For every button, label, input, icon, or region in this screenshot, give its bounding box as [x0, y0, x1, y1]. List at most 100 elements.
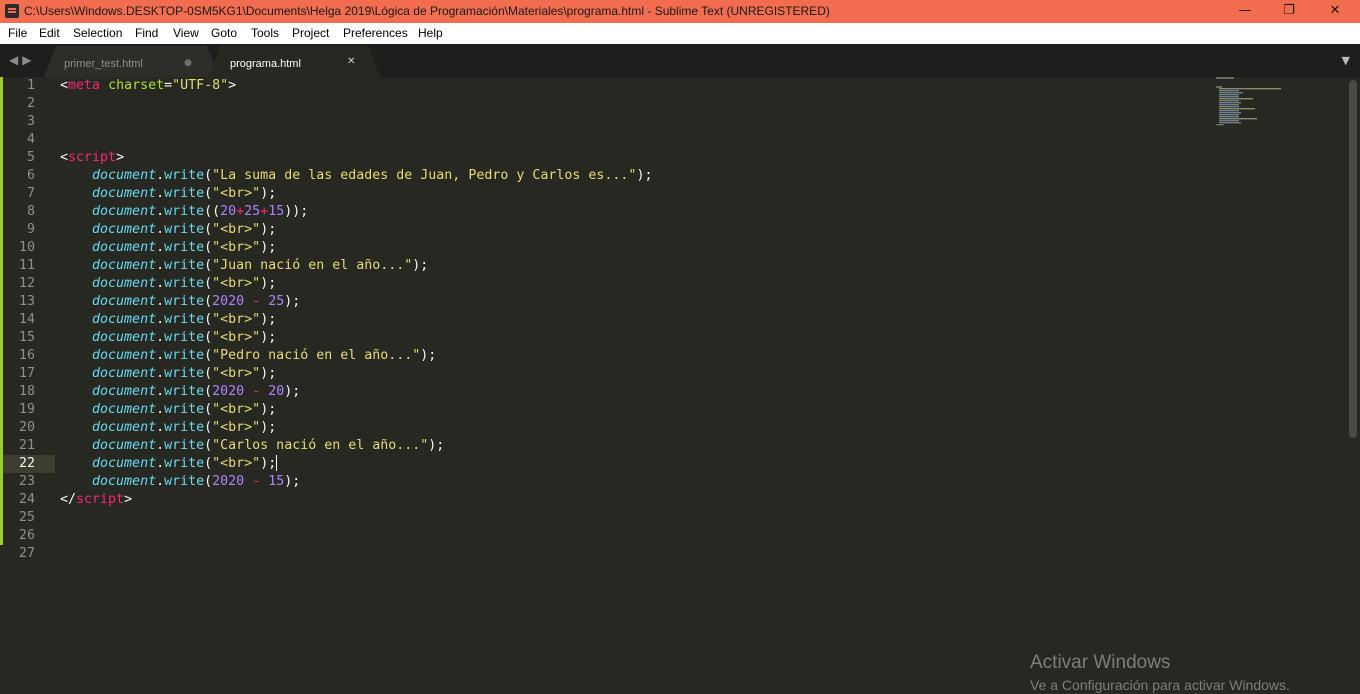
- menu-view[interactable]: View: [173, 26, 199, 40]
- code-token: (: [204, 276, 213, 291]
- text-cursor: [276, 455, 278, 471]
- code-text: document.write("<br>");: [60, 365, 276, 383]
- code-text: document.write(2020 - 25);: [60, 293, 300, 311]
- code-token: write: [164, 240, 205, 255]
- windows-activation-watermark: Activar Windows Ve a Configuración para …: [1030, 652, 1290, 693]
- code-token: document: [92, 276, 157, 291]
- tab-back-icon[interactable]: ◀: [9, 53, 22, 67]
- line-number: 2: [26, 96, 35, 111]
- code-token: .: [156, 330, 165, 345]
- code-token: <: [60, 78, 69, 93]
- code-token: write: [164, 312, 205, 327]
- code-token: 20: [220, 204, 237, 219]
- code-token: document: [92, 168, 157, 183]
- line-number: 21: [18, 438, 35, 453]
- minimap[interactable]: [1212, 77, 1292, 137]
- code-token: "Juan nació en el año...": [212, 258, 413, 273]
- code-token: (: [204, 474, 213, 489]
- menu-find[interactable]: Find: [135, 26, 158, 40]
- code-token: ((: [204, 204, 221, 219]
- code-token: 15: [268, 204, 285, 219]
- code-token: document: [92, 204, 157, 219]
- code-token: );: [260, 276, 277, 291]
- code-token: charset: [108, 78, 165, 93]
- tab-programa[interactable]: programa.html ✕: [208, 46, 380, 77]
- code-token: document: [92, 240, 157, 255]
- menu-edit[interactable]: Edit: [39, 26, 60, 40]
- code-token: (: [204, 186, 213, 201]
- watermark-subtitle: Ve a Configuración para activar Windows.: [1030, 677, 1290, 693]
- code-text: document.write("<br>");: [60, 311, 276, 329]
- line-number: 23: [18, 474, 35, 489]
- code-token: );: [260, 366, 277, 381]
- code-token: );: [260, 222, 277, 237]
- code-text: document.write(2020 - 15);: [60, 473, 300, 491]
- line-number: 17: [18, 366, 35, 381]
- code-token: .: [156, 312, 165, 327]
- code-token: );: [284, 294, 301, 309]
- code-token: document: [92, 366, 157, 381]
- code-token: document: [92, 294, 157, 309]
- code-token: .: [156, 456, 165, 471]
- tab-label: primer_test.html: [64, 58, 143, 70]
- code-token: -: [252, 294, 261, 309]
- tab-dropdown-icon[interactable]: ▼: [1342, 54, 1350, 67]
- code-text: document.write("<br>");: [60, 185, 276, 203]
- code-token: meta: [68, 78, 101, 93]
- minimize-button[interactable]: —: [1222, 0, 1268, 23]
- tab-forward-icon[interactable]: ▶: [22, 53, 35, 67]
- code-token: (: [204, 312, 213, 327]
- tab-bar: ◀▶ primer_test.html ● programa.html ✕ ▼: [0, 44, 1360, 77]
- title-bar: C:\Users\Windows.DESKTOP-0SM5KG1\Documen…: [0, 0, 1360, 23]
- code-token: .: [156, 276, 165, 291]
- code-token: .: [156, 366, 165, 381]
- code-text: document.write("<br>");: [60, 239, 276, 257]
- code-token: (: [204, 258, 213, 273]
- code-token: 25: [244, 204, 261, 219]
- close-tab-icon[interactable]: ✕: [347, 56, 355, 67]
- code-token: "<br>": [212, 330, 261, 345]
- menu-file[interactable]: File: [8, 26, 27, 40]
- code-text: document.write("Carlos nació en el año..…: [60, 437, 444, 455]
- sublime-app-icon: [5, 4, 19, 18]
- code-text: document.write("<br>");: [60, 455, 278, 473]
- code-token: document: [92, 456, 157, 471]
- menu-help[interactable]: Help: [418, 26, 443, 40]
- code-token: 2020: [212, 474, 245, 489]
- code-token: document: [92, 330, 157, 345]
- menu-tools[interactable]: Tools: [251, 26, 279, 40]
- code-token: .: [156, 294, 165, 309]
- menu-goto[interactable]: Goto: [211, 26, 237, 40]
- code-token: write: [164, 456, 205, 471]
- close-window-button[interactable]: ✕: [1312, 0, 1358, 23]
- maximize-button[interactable]: ❐: [1266, 0, 1312, 23]
- line-number: 5: [26, 150, 35, 165]
- code-editor[interactable]: 1 <meta charset="UTF-8"> 2 3 4 5 <script> 6 doc…: [0, 77, 1360, 694]
- code-text: </script>: [60, 491, 132, 509]
- code-token: .: [156, 222, 165, 237]
- line-number: 8: [26, 204, 35, 219]
- vertical-scrollbar[interactable]: [1349, 80, 1357, 438]
- menu-project[interactable]: Project: [292, 26, 329, 40]
- code-token: write: [164, 438, 205, 453]
- code-token: );: [412, 258, 429, 273]
- line-number: 24: [18, 492, 35, 507]
- modified-dot-icon[interactable]: ●: [184, 58, 192, 68]
- code-token: "<br>": [212, 276, 261, 291]
- tab-primer-test[interactable]: primer_test.html ●: [44, 46, 219, 77]
- code-token: write: [164, 258, 205, 273]
- code-token: document: [92, 384, 157, 399]
- menu-selection[interactable]: Selection: [73, 26, 122, 40]
- code-token: (: [204, 438, 213, 453]
- tab-nav-arrows[interactable]: ◀▶: [9, 53, 35, 67]
- code-token: (: [204, 168, 213, 183]
- menu-preferences[interactable]: Preferences: [343, 26, 408, 40]
